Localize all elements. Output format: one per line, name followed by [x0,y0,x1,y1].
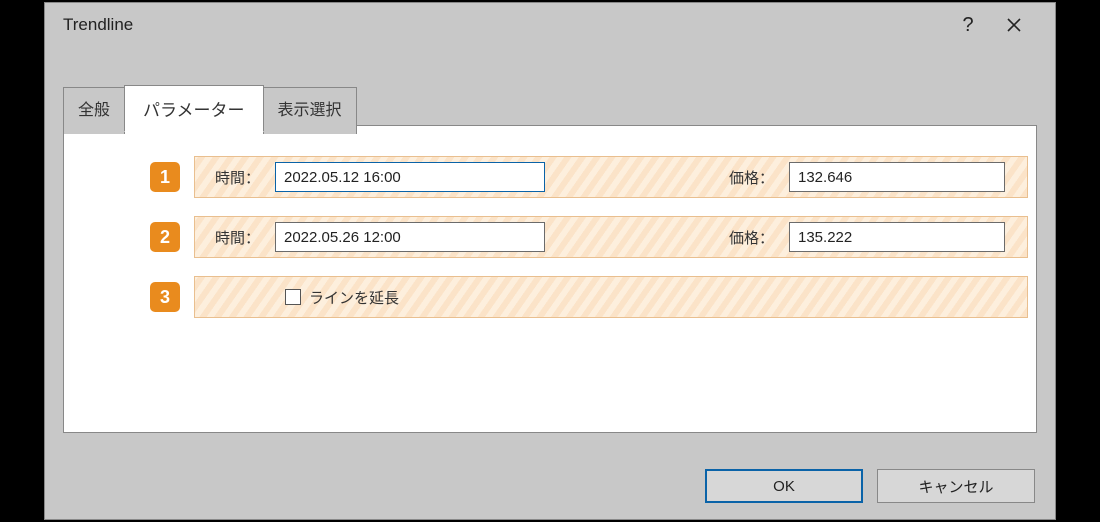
close-icon [1007,18,1021,32]
extend-label: ラインを延長 [309,287,399,308]
window-title: Trendline [63,15,945,35]
row-stripe-2: 時間： 2022.05.26 12:00 価格： 135.222 [194,216,1028,258]
time-value-1: 2022.05.12 16:00 [284,169,401,186]
tab-general[interactable]: 全般 [63,87,125,134]
annotation-marker-3: 3 [150,282,180,312]
price-input-2[interactable]: 135.222 [789,222,1005,252]
price-label-1: 価格： [729,167,774,188]
time-label-2: 時間： [215,227,260,248]
row-stripe-1: 時間： 2022.05.12 16:00 価格： 132.646 [194,156,1028,198]
dialog-window: Trendline ? 全般 パラメーター 表示選択 1 時間： 2022.05… [44,2,1056,520]
time-value-2: 2022.05.26 12:00 [284,229,401,246]
tab-display[interactable]: 表示選択 [263,87,357,134]
time-label-1: 時間： [215,167,260,188]
close-button[interactable] [991,3,1037,47]
row-stripe-3: ラインを延長 [194,276,1028,318]
ok-button[interactable]: OK [705,469,863,503]
tab-panel: 1 時間： 2022.05.12 16:00 価格： 132.646 2 時間：… [63,125,1037,433]
extend-checkbox[interactable] [285,289,301,305]
cancel-button[interactable]: キャンセル [877,469,1035,503]
row-extend: 3 ラインを延長 [64,276,1036,318]
time-input-1[interactable]: 2022.05.12 16:00 [275,162,545,192]
annotation-marker-1: 1 [150,162,180,192]
price-label-2: 価格： [729,227,774,248]
extend-checkbox-wrap[interactable]: ラインを延長 [285,287,399,308]
price-value-1: 132.646 [798,169,852,186]
annotation-marker-2: 2 [150,222,180,252]
titlebar: Trendline ? [45,3,1055,47]
price-value-2: 135.222 [798,229,852,246]
row-point-2: 2 時間： 2022.05.26 12:00 価格： 135.222 [64,216,1036,258]
time-input-2[interactable]: 2022.05.26 12:00 [275,222,545,252]
button-row: OK キャンセル [705,469,1035,503]
price-input-1[interactable]: 132.646 [789,162,1005,192]
help-button[interactable]: ? [945,3,991,47]
tab-strip: 全般 パラメーター 表示選択 [63,85,356,132]
tab-parameters[interactable]: パラメーター [124,85,264,132]
row-point-1: 1 時間： 2022.05.12 16:00 価格： 132.646 [64,156,1036,198]
